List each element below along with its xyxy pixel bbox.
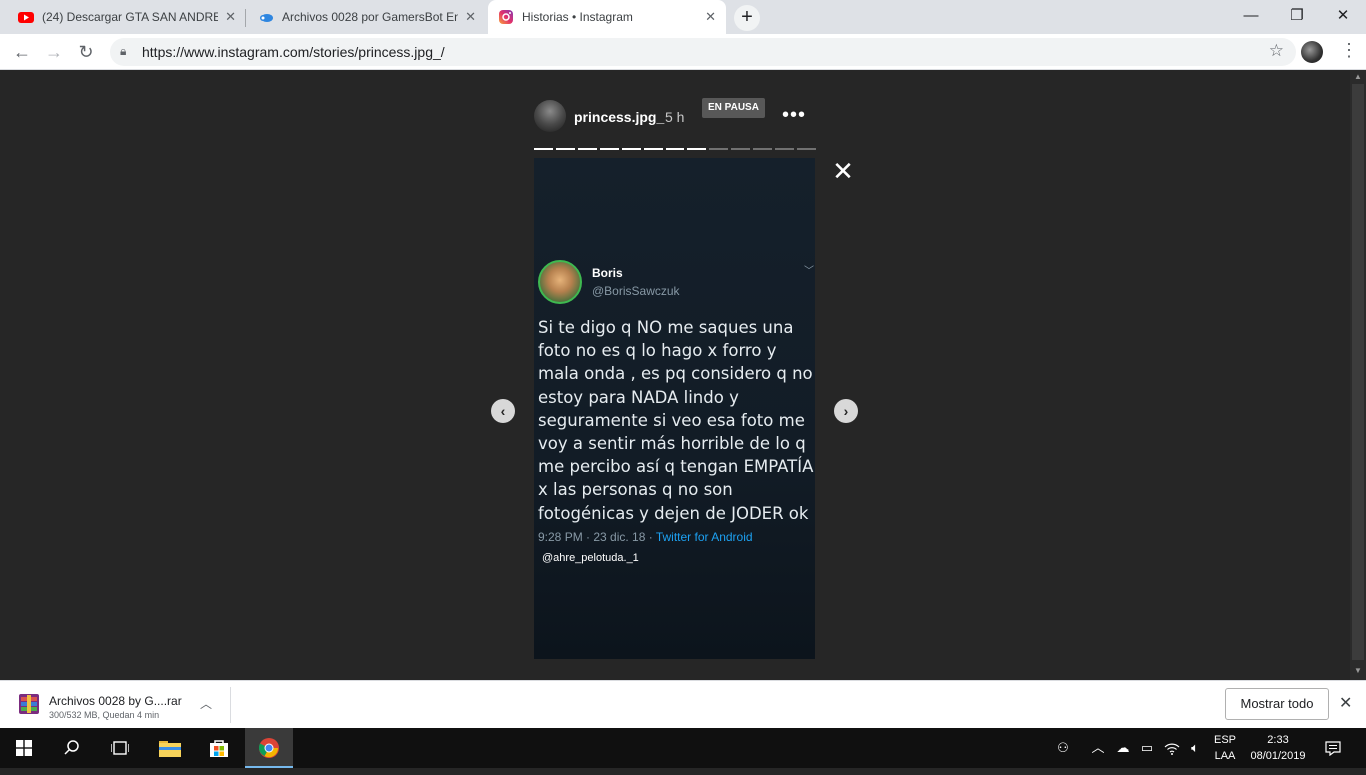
store-icon[interactable] bbox=[195, 728, 243, 768]
lock-icon: 🔒︎ bbox=[120, 44, 127, 58]
tweet-author-name: Boris bbox=[592, 266, 623, 280]
window-close-icon[interactable]: ✕ bbox=[1320, 0, 1366, 34]
tab-title: Historias • Instagram bbox=[522, 10, 633, 24]
paused-badge: EN PAUSA bbox=[702, 98, 765, 118]
tab-title: (24) Descargar GTA SAN ANDREAS bbox=[42, 10, 218, 24]
tweet-source: Twitter for Android bbox=[655, 530, 753, 544]
progress-segment bbox=[753, 148, 773, 150]
scrollbar-thumb[interactable] bbox=[1352, 84, 1364, 660]
system-clock[interactable]: 2:33 08/01/2019 bbox=[1243, 732, 1313, 764]
reload-icon[interactable]: ↻ bbox=[74, 40, 98, 64]
tab-strip: (24) Descargar GTA SAN ANDREAS ✕ Archivo… bbox=[0, 0, 1366, 34]
minimize-icon[interactable]: — bbox=[1228, 0, 1274, 34]
progress-segment bbox=[534, 148, 553, 150]
taskbar: ⚇ ︿ ☁ ▭ 🔈︎ ESP LAA 2:33 08/01/2019 bbox=[0, 728, 1366, 768]
next-story-icon[interactable]: › bbox=[834, 399, 858, 423]
chevron-down-icon: ﹀ bbox=[804, 266, 814, 277]
chevron-up-icon[interactable]: ︿ bbox=[200, 695, 212, 712]
browser-toolbar: ← → ↻ 🔒︎ https://www.instagram.com/stori… bbox=[0, 34, 1366, 70]
scroll-down-icon[interactable]: ▼ bbox=[1350, 666, 1366, 675]
progress-segment bbox=[555, 148, 575, 150]
tab-close-icon[interactable]: ✕ bbox=[705, 9, 716, 25]
progress-segment bbox=[599, 148, 619, 150]
input-language[interactable]: ESP LAA bbox=[1207, 732, 1243, 764]
tweet-text: Si te digo q NO me saques una foto no es… bbox=[538, 318, 814, 523]
tab-youtube[interactable]: (24) Descargar GTA SAN ANDREAS ✕ bbox=[8, 0, 246, 34]
story-avatar[interactable] bbox=[534, 100, 566, 132]
keyboard-layout: LAA bbox=[1214, 750, 1236, 762]
address-bar[interactable]: 🔒︎ https://www.instagram.com/stories/pri… bbox=[110, 38, 1296, 66]
tab-close-icon[interactable]: ✕ bbox=[225, 9, 236, 25]
restore-icon[interactable]: ❐ bbox=[1274, 0, 1320, 34]
onedrive-cloud-icon[interactable]: ☁ bbox=[1112, 728, 1134, 768]
progress-segment bbox=[665, 148, 685, 150]
battery-icon[interactable]: ▭ bbox=[1136, 728, 1158, 768]
story-header: princess.jpg_ 5 h EN PAUSA ••• bbox=[534, 98, 816, 138]
scrollbar[interactable]: ▲ ▼ bbox=[1350, 70, 1366, 680]
search-icon[interactable] bbox=[48, 728, 96, 768]
progress-segment bbox=[687, 148, 707, 150]
progress-segment bbox=[775, 148, 795, 150]
language-code: ESP bbox=[1213, 734, 1236, 746]
shelf-divider bbox=[230, 687, 231, 723]
story-progress-bar bbox=[534, 148, 816, 150]
download-shelf: Archivos 0028 by G....rar 300/532 MB, Qu… bbox=[0, 680, 1366, 728]
file-explorer-icon[interactable] bbox=[146, 728, 194, 768]
tab-close-icon[interactable]: ✕ bbox=[465, 9, 476, 25]
show-all-button[interactable]: Mostrar todo bbox=[1225, 688, 1329, 720]
previous-story-icon[interactable]: ‹ bbox=[491, 399, 515, 423]
more-options-icon[interactable]: ••• bbox=[782, 104, 806, 127]
progress-segment bbox=[709, 148, 729, 150]
story-content[interactable]: Boris @BorisSawczuk ﹀ Si te digo q NO me… bbox=[534, 158, 815, 659]
new-tab-button[interactable]: + bbox=[734, 5, 760, 31]
chrome-icon[interactable] bbox=[245, 728, 293, 768]
progress-segment bbox=[797, 148, 816, 150]
bookmark-star-icon[interactable]: ☆ bbox=[1269, 41, 1284, 61]
back-icon[interactable]: ← bbox=[10, 40, 34, 64]
archive-file-icon bbox=[19, 694, 39, 714]
download-status: 300/532 MB, Quedan 4 min bbox=[49, 710, 160, 720]
story-credit: @ahre_pelotuda._1 bbox=[542, 552, 639, 564]
action-center-icon[interactable] bbox=[1320, 728, 1346, 768]
forward-icon[interactable]: → bbox=[42, 40, 66, 64]
wifi-icon[interactable] bbox=[1160, 728, 1184, 768]
story-time: 5 h bbox=[665, 109, 685, 125]
shelf-close-icon[interactable]: ✕ bbox=[1339, 693, 1352, 713]
progress-segment bbox=[643, 148, 663, 150]
progress-segment bbox=[621, 148, 641, 150]
browser-menu-icon[interactable]: ⋮ bbox=[1340, 40, 1358, 61]
progress-segment bbox=[577, 148, 597, 150]
tweet-meta: 9:28 PM · 23 dic. 18 · Twitter for Andro… bbox=[538, 530, 753, 544]
instagram-icon bbox=[499, 10, 513, 24]
tab-archivos[interactable]: Archivos 0028 por GamersBot En ✕ bbox=[248, 0, 486, 34]
volume-icon[interactable]: 🔈︎ bbox=[1184, 728, 1206, 768]
people-icon[interactable]: ⚇ bbox=[1052, 728, 1074, 768]
scroll-up-icon[interactable]: ▲ bbox=[1350, 72, 1366, 81]
show-hidden-icons-icon[interactable]: ︿ bbox=[1088, 728, 1108, 768]
tweet-avatar bbox=[538, 260, 582, 304]
youtube-icon bbox=[18, 12, 34, 23]
tweet-timestamp: 9:28 PM · 23 dic. 18 · bbox=[538, 530, 656, 544]
cloud-icon bbox=[260, 14, 273, 22]
download-filename[interactable]: Archivos 0028 by G....rar bbox=[49, 694, 182, 708]
clock-time: 2:33 bbox=[1267, 734, 1289, 746]
task-view-icon[interactable] bbox=[96, 728, 144, 768]
story-username[interactable]: princess.jpg_ bbox=[574, 109, 664, 125]
url-text: https://www.instagram.com/stories/prince… bbox=[142, 44, 445, 60]
close-story-icon[interactable]: ✕ bbox=[830, 158, 856, 184]
tab-title: Archivos 0028 por GamersBot En bbox=[282, 10, 458, 24]
windows-start-icon[interactable] bbox=[0, 728, 48, 768]
profile-avatar[interactable] bbox=[1301, 41, 1323, 63]
clock-date: 08/01/2019 bbox=[1250, 750, 1306, 762]
progress-segment bbox=[731, 148, 751, 150]
tab-instagram[interactable]: Historias • Instagram ✕ bbox=[488, 0, 726, 34]
tweet-author-handle: @BorisSawczuk bbox=[592, 284, 680, 298]
